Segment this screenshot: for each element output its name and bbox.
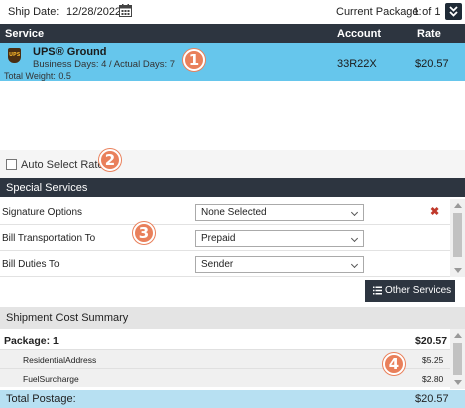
- fee-amount: $2.80: [422, 374, 444, 384]
- special-service-row: Bill Duties To Sender: [0, 251, 450, 277]
- total-weight: Total Weight: 0.5: [4, 71, 71, 81]
- package-dropdown-icon: [449, 6, 458, 17]
- list-icon: [373, 286, 382, 295]
- scroll-up-icon[interactable]: [454, 333, 462, 338]
- fee-amount: $5.25: [422, 355, 444, 365]
- column-account: Account: [337, 28, 381, 40]
- fee-name: FuelSurcharge: [23, 374, 79, 384]
- ship-date-value[interactable]: 12/28/2022: [66, 6, 121, 18]
- service-name: UPS® Ground: [33, 46, 107, 58]
- special-services-title: Special Services: [6, 182, 88, 194]
- total-postage-label: Total Postage:: [6, 393, 76, 405]
- package-label: Package: 1: [4, 335, 59, 347]
- other-services-button[interactable]: Other Services: [365, 280, 455, 302]
- special-services-header: Special Services: [0, 178, 465, 197]
- cost-summary-scrollbar[interactable]: [450, 329, 465, 389]
- scroll-up-icon[interactable]: [454, 203, 462, 208]
- total-postage-value: $20.57: [415, 393, 449, 405]
- auto-select-rate-checkbox[interactable]: [6, 159, 17, 170]
- chevron-down-icon: [350, 234, 359, 243]
- package-cost-row: Package: 1 $20.57: [0, 329, 450, 349]
- bill-duties-label: Bill Duties To: [2, 259, 60, 270]
- bill-transportation-value: Prepaid: [201, 233, 236, 244]
- auto-select-rate-label[interactable]: Auto Select Rate: [21, 159, 104, 171]
- cost-summary-body: Package: 1 $20.57 ResidentialAddress $5.…: [0, 329, 450, 388]
- service-rate: $20.57: [415, 58, 449, 70]
- callout-4: 4: [383, 353, 405, 375]
- package-dropdown-button[interactable]: [445, 3, 462, 20]
- bill-transportation-select[interactable]: Prepaid: [195, 230, 364, 247]
- other-services-area: Other Services: [0, 277, 465, 306]
- signature-options-label: Signature Options: [2, 207, 83, 218]
- scrollbar-thumb[interactable]: [453, 213, 462, 257]
- chevron-down-icon: [350, 260, 359, 269]
- service-row-ups-ground[interactable]: UPS UPS® Ground Business Days: 4 / Actua…: [0, 43, 465, 81]
- bill-transportation-label: Bill Transportation To: [2, 233, 96, 244]
- ship-date-label: Ship Date:: [8, 6, 60, 18]
- current-package-value: 1 of 1: [413, 6, 441, 18]
- callout-2: 2: [99, 149, 121, 171]
- service-account: 33R22X: [337, 58, 377, 70]
- remove-icon[interactable]: ✖: [430, 205, 439, 218]
- calendar-icon[interactable]: [119, 4, 132, 17]
- fee-row: FuelSurcharge $2.80: [0, 368, 450, 387]
- scrollbar-thumb[interactable]: [453, 343, 462, 375]
- package-total: $20.57: [415, 335, 448, 347]
- scroll-down-icon[interactable]: [454, 380, 462, 385]
- bill-duties-value: Sender: [201, 259, 234, 270]
- current-package-label: Current Package:: [336, 6, 422, 18]
- auto-select-rate-row: Auto Select Rate: [0, 150, 465, 178]
- ups-logo: UPS: [8, 48, 21, 63]
- cost-summary-header: Shipment Cost Summary: [0, 307, 465, 329]
- column-service: Service: [5, 28, 45, 40]
- special-service-row: Bill Transportation To Prepaid: [0, 225, 450, 251]
- callout-3: 3: [133, 222, 155, 244]
- services-table-header: Service Account Rate: [0, 24, 465, 43]
- service-days: Business Days: 4 / Actual Days: 7: [33, 59, 176, 70]
- column-rate: Rate: [417, 28, 441, 40]
- total-postage-row: Total Postage: $20.57: [0, 390, 465, 408]
- other-services-label: Other Services: [385, 285, 452, 296]
- cost-summary-title: Shipment Cost Summary: [6, 312, 129, 324]
- callout-1: 1: [183, 49, 205, 71]
- scroll-down-icon[interactable]: [454, 268, 462, 273]
- special-services-scrollbar[interactable]: [450, 199, 465, 277]
- signature-options-select[interactable]: None Selected: [195, 204, 364, 221]
- fee-name: ResidentialAddress: [23, 355, 97, 365]
- ship-info-bar: Ship Date: 12/28/2022 Current Package: 1…: [0, 0, 465, 24]
- signature-options-value: None Selected: [201, 207, 267, 218]
- special-service-row: Signature Options None Selected ✖: [0, 199, 450, 225]
- chevron-down-icon: [350, 208, 359, 217]
- bill-duties-select[interactable]: Sender: [195, 256, 364, 273]
